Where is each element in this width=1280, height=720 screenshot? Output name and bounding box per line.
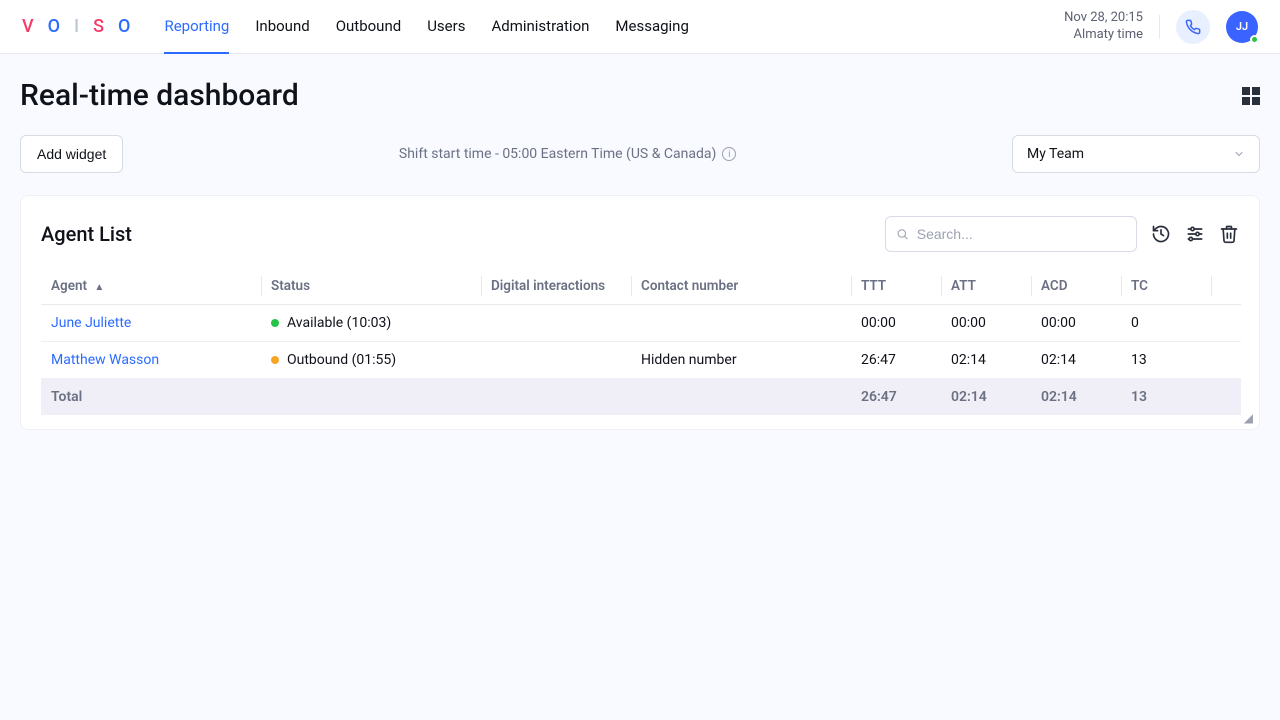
status-cell: Outbound (01:55) <box>261 342 481 379</box>
col-ttt[interactable]: TTT <box>851 268 941 305</box>
agent-link[interactable]: Matthew Wasson <box>51 352 159 368</box>
clock: Nov 28, 20:15 Almaty time <box>1064 10 1143 44</box>
trash-icon <box>1219 224 1239 244</box>
col-acd[interactable]: ACD <box>1031 268 1121 305</box>
tc-cell: 0 <box>1121 305 1211 342</box>
contact-cell: Hidden number <box>631 342 851 379</box>
filter-settings-button[interactable] <box>1185 224 1205 244</box>
widget-head: Agent List <box>21 216 1259 252</box>
att-cell: 00:00 <box>941 305 1031 342</box>
digital-cell <box>481 305 631 342</box>
agent-table: Agent ▲ Status Digital interactions Cont… <box>41 268 1241 415</box>
shift-note-text: Shift start time - 05:00 Eastern Time (U… <box>399 146 716 162</box>
page-head: Real-time dashboard <box>20 78 1260 113</box>
shift-note: Shift start time - 05:00 Eastern Time (U… <box>399 146 736 162</box>
ttt-cell: 26:47 <box>851 342 941 379</box>
history-button[interactable] <box>1151 224 1171 244</box>
phone-icon <box>1185 19 1201 35</box>
sort-asc-icon: ▲ <box>94 282 104 293</box>
resize-handle[interactable]: ◢ <box>1244 411 1253 425</box>
history-icon <box>1151 224 1171 244</box>
nav-outbound[interactable]: Outbound <box>336 0 402 54</box>
toolbar: Add widget Shift start time - 05:00 East… <box>20 135 1260 173</box>
delete-widget-button[interactable] <box>1219 224 1239 244</box>
top-nav: VOISO Reporting Inbound Outbound Users A… <box>0 0 1280 54</box>
col-tail <box>1211 268 1241 305</box>
search-icon <box>896 227 909 241</box>
total-tc: 13 <box>1121 379 1211 416</box>
col-tc[interactable]: TC <box>1121 268 1211 305</box>
team-select[interactable]: My Team <box>1012 135 1260 173</box>
logo: VOISO <box>22 16 136 37</box>
nav-items: Reporting Inbound Outbound Users Adminis… <box>164 0 688 54</box>
agent-list-widget: Agent List <box>20 195 1260 430</box>
col-att[interactable]: ATT <box>941 268 1031 305</box>
agent-link[interactable]: June Juliette <box>51 315 131 331</box>
sliders-icon <box>1185 224 1205 244</box>
status-text: Available (10:03) <box>287 315 391 331</box>
status-dot-icon <box>271 319 279 327</box>
chevron-down-icon <box>1233 148 1245 160</box>
col-agent-label: Agent <box>51 278 87 294</box>
info-icon[interactable]: i <box>722 147 736 161</box>
total-acd: 02:14 <box>1031 379 1121 416</box>
contact-cell <box>631 305 851 342</box>
page: Real-time dashboard Add widget Shift sta… <box>0 54 1280 430</box>
col-status[interactable]: Status <box>261 268 481 305</box>
team-select-value: My Team <box>1027 146 1084 162</box>
top-nav-right: Nov 28, 20:15 Almaty time JJ <box>1064 10 1258 44</box>
att-cell: 02:14 <box>941 342 1031 379</box>
avatar-initials: JJ <box>1236 20 1248 33</box>
status-dot-icon <box>271 356 279 364</box>
layout-grid-button[interactable] <box>1242 87 1260 105</box>
divider <box>1159 15 1160 39</box>
nav-inbound[interactable]: Inbound <box>255 0 309 54</box>
nav-messaging[interactable]: Messaging <box>615 0 688 54</box>
table-row[interactable]: June Juliette Available (10:03) 00:00 00… <box>41 305 1241 342</box>
grid-icon <box>1242 87 1260 105</box>
status-cell: Available (10:03) <box>261 305 481 342</box>
status-text: Outbound (01:55) <box>287 352 396 368</box>
avatar[interactable]: JJ <box>1226 11 1258 43</box>
clock-datetime: Nov 28, 20:15 <box>1064 10 1143 27</box>
nav-administration[interactable]: Administration <box>491 0 589 54</box>
col-digital[interactable]: Digital interactions <box>481 268 631 305</box>
add-widget-button[interactable]: Add widget <box>20 135 123 173</box>
digital-cell <box>481 342 631 379</box>
clock-timezone: Almaty time <box>1064 27 1143 44</box>
nav-reporting[interactable]: Reporting <box>164 0 229 54</box>
acd-cell: 02:14 <box>1031 342 1121 379</box>
total-att: 02:14 <box>941 379 1031 416</box>
dialer-button[interactable] <box>1176 10 1210 44</box>
col-agent[interactable]: Agent ▲ <box>41 268 261 305</box>
search-input[interactable] <box>917 226 1126 242</box>
col-contact[interactable]: Contact number <box>631 268 851 305</box>
presence-dot-icon <box>1250 35 1259 44</box>
total-row: Total 26:47 02:14 02:14 13 <box>41 379 1241 416</box>
acd-cell: 00:00 <box>1031 305 1121 342</box>
total-ttt: 26:47 <box>851 379 941 416</box>
search-box[interactable] <box>885 216 1137 252</box>
tc-cell: 13 <box>1121 342 1211 379</box>
table-row[interactable]: Matthew Wasson Outbound (01:55) Hidden n… <box>41 342 1241 379</box>
total-label: Total <box>41 379 261 416</box>
nav-users[interactable]: Users <box>427 0 465 54</box>
page-title: Real-time dashboard <box>20 78 299 113</box>
ttt-cell: 00:00 <box>851 305 941 342</box>
widget-title: Agent List <box>41 222 132 246</box>
